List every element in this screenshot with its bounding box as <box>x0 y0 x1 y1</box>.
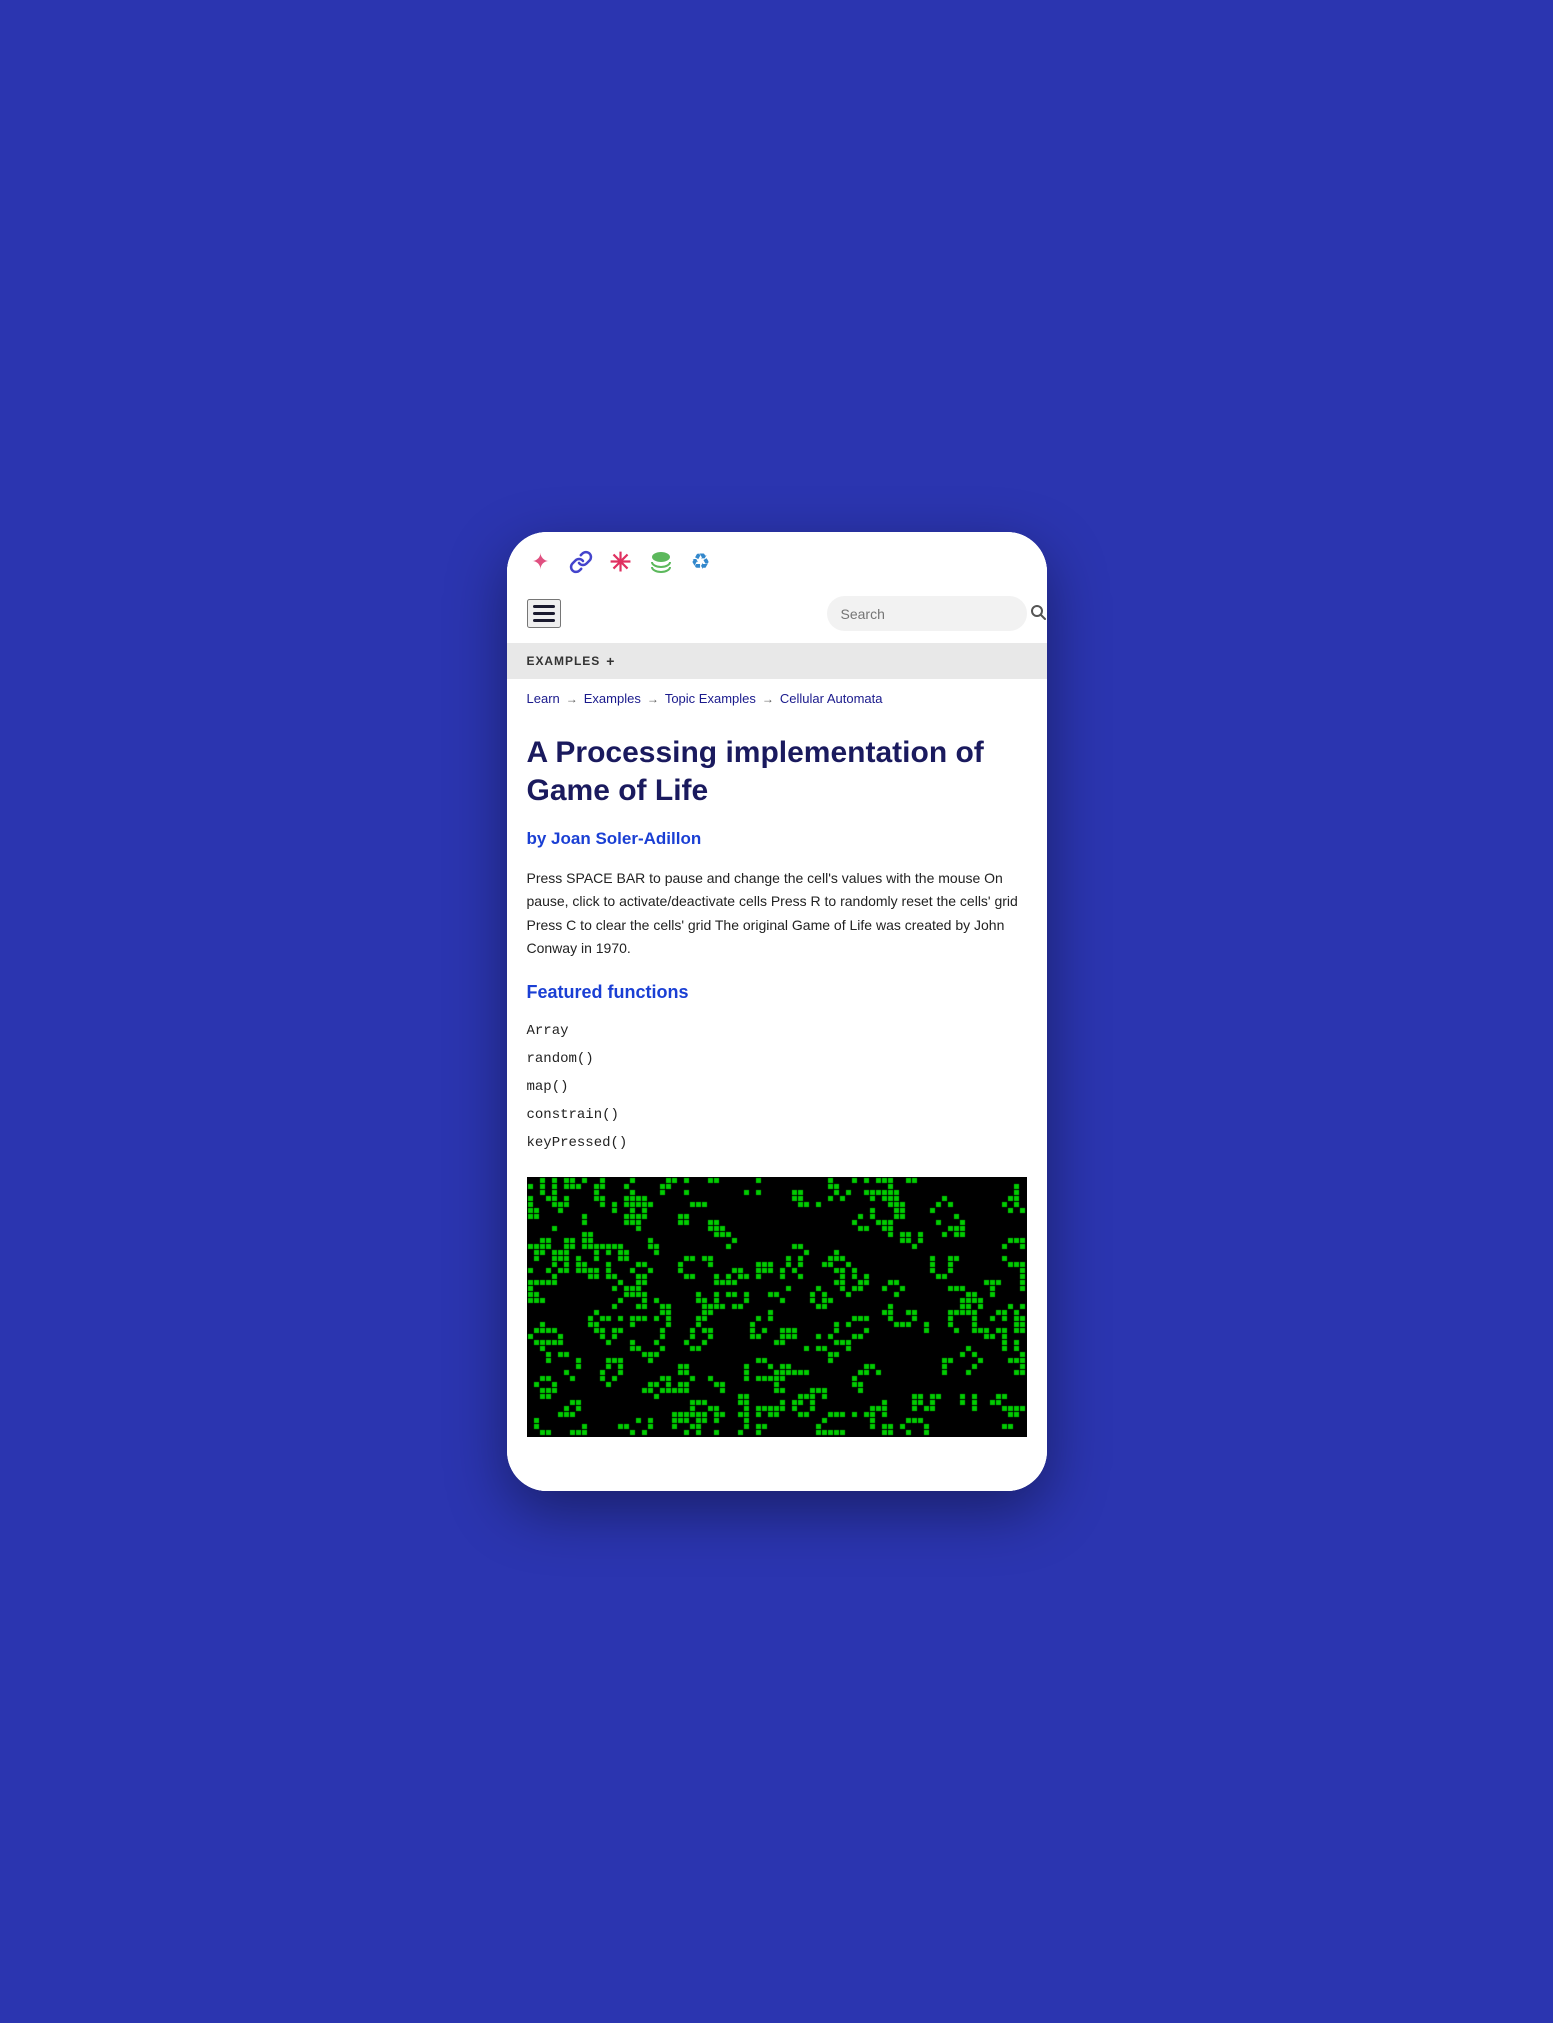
breadcrumb-examples[interactable]: Examples <box>584 691 641 706</box>
function-array: Array <box>527 1017 1027 1045</box>
nav-bar <box>507 588 1047 643</box>
description-text: Press SPACE BAR to pause and change the … <box>527 867 1027 959</box>
game-of-life-canvas <box>527 1177 1027 1437</box>
phone-screen: ✦ ✳ ♻ <box>507 532 1047 1490</box>
phone-bottom <box>507 1461 1047 1491</box>
hamburger-menu-button[interactable] <box>527 599 561 628</box>
recycle-icon: ♻ <box>687 548 715 576</box>
author-line: by Joan Soler-Adillon <box>527 829 1027 849</box>
featured-functions-heading: Featured functions <box>527 982 1027 1003</box>
function-keypressed: keyPressed() <box>527 1129 1027 1157</box>
phone-frame: ✦ ✳ ♻ <box>507 532 1047 1490</box>
function-random: random() <box>527 1045 1027 1073</box>
search-button[interactable] <box>1030 604 1046 623</box>
search-input[interactable] <box>841 606 1022 622</box>
breadcrumb: Learn → Examples → Topic Examples → Cell… <box>507 679 1047 718</box>
breadcrumb-arrow-2: → <box>647 692 659 706</box>
game-canvas-element <box>527 1177 1027 1437</box>
examples-plus-icon: + <box>606 653 614 669</box>
breadcrumb-cellular-automata[interactable]: Cellular Automata <box>780 691 883 706</box>
link-icon <box>567 548 595 576</box>
breadcrumb-arrow-3: → <box>762 692 774 706</box>
main-content: A Processing implementation of Game of L… <box>507 718 1047 1460</box>
examples-tab[interactable]: EXAMPLES + <box>507 643 1047 679</box>
asterisk-icon: ✳ <box>607 548 635 576</box>
puzzle-icon: ✦ <box>527 548 555 576</box>
layers-icon <box>647 548 675 576</box>
page-title: A Processing implementation of Game of L… <box>527 734 1027 809</box>
breadcrumb-arrow-1: → <box>566 692 578 706</box>
examples-label: EXAMPLES <box>527 654 601 668</box>
functions-list: Array random() map() constrain() keyPres… <box>527 1017 1027 1157</box>
top-icons-bar: ✦ ✳ ♻ <box>507 532 1047 588</box>
function-constrain: constrain() <box>527 1101 1027 1129</box>
breadcrumb-topic-examples[interactable]: Topic Examples <box>665 691 756 706</box>
function-map: map() <box>527 1073 1027 1101</box>
search-bar[interactable] <box>827 596 1027 631</box>
breadcrumb-learn[interactable]: Learn <box>527 691 560 706</box>
